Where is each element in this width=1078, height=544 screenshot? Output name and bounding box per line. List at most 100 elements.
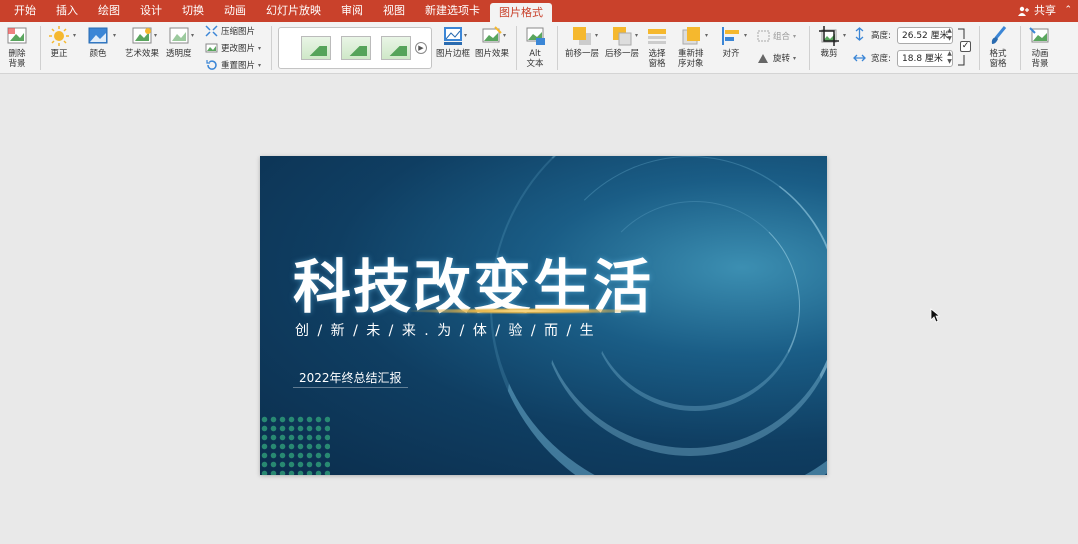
crop-button[interactable]: 裁剪 [818,25,840,59]
remove-background-icon [7,27,27,44]
align-icon [722,27,739,45]
height-icon [855,27,864,41]
separator [557,26,558,70]
reset-picture-button[interactable]: 重置图片 ▾ [205,59,261,71]
artistic-effects-icon [132,27,152,44]
width-label: 宽度: [871,54,891,64]
group-icon [757,30,770,42]
color-picture-icon [88,27,108,44]
tab-home[interactable]: 开始 [4,0,46,22]
selection-pane-button[interactable]: 选择 窗格 [646,25,668,69]
picture-style-thumb[interactable] [381,36,411,60]
animation-background-label: 动画 背景 [1031,49,1049,69]
picture-border-label: 图片边框 [436,49,471,59]
reset-picture-label: 重置图片 [221,61,256,71]
crop-icon [819,26,839,46]
width-icon [853,54,866,62]
selection-pane-icon [648,29,666,44]
send-backward-button[interactable]: 后移一层 [605,25,639,59]
add-person-icon [1018,6,1029,16]
picture-style-thumb[interactable] [341,36,371,60]
picture-effects-icon [482,26,502,43]
artistic-effects-button[interactable]: 艺术效果 [125,25,159,59]
ribbon: 删除 背景 更正 ▾ 颜色 ▾ 艺术效果 ▾ 透明度 ▾ 压缩图片 更改图片 ▾… [0,22,1078,74]
transparency-label: 透明度 [166,49,192,59]
chevron-down-icon[interactable]: ▾ [113,32,116,39]
width-stepper[interactable]: ▲ ▼ [945,50,954,67]
tab-design[interactable]: 设计 [130,0,172,22]
chevron-down-icon[interactable]: ▾ [705,32,708,39]
selection-pane-label: 选择 窗格 [648,49,666,69]
tab-transitions[interactable]: 切换 [172,0,214,22]
report-label[interactable]: 2022年终总结汇报 [293,368,408,388]
chevron-down-icon[interactable]: ▾ [73,32,76,39]
chevron-down-icon[interactable]: ▾ [744,32,747,39]
change-picture-button[interactable]: 更改图片 ▾ [205,42,261,54]
rotate-button[interactable]: 旋转 ▾ [757,52,796,64]
menu-bar: 开始 插入 绘图 设计 切换 动画 幻灯片放映 审阅 视图 新建选项卡 图片格式… [0,0,1078,22]
picture-styles-gallery[interactable]: ▶ [278,27,432,69]
separator [1020,26,1021,70]
chevron-down-icon[interactable]: ▾ [464,32,467,39]
slide-canvas[interactable]: 科技改变生活 创 / 新 / 未 / 来 . 为 / 体 / 验 / 而 / 生… [260,156,827,475]
chevron-down-icon[interactable]: ▾ [503,32,506,39]
tab-slideshow[interactable]: 幻灯片放映 [256,0,331,22]
rotate-icon [758,54,768,63]
animation-background-button[interactable]: 动画 背景 [1029,25,1051,69]
alt-text-icon [526,27,545,45]
chevron-down-icon[interactable]: ▾ [258,45,261,52]
slide-subtitle[interactable]: 创 / 新 / 未 / 来 . 为 / 体 / 验 / 而 / 生 [295,320,596,340]
paintbrush-icon [991,26,1007,44]
chevron-down-icon[interactable]: ▾ [635,32,638,39]
animation-background-icon [1029,27,1049,43]
share-button[interactable]: 共享 [1018,0,1056,22]
compress-pictures-button[interactable]: 压缩图片 [205,25,255,37]
compress-icon [205,25,218,37]
align-label: 对齐 [722,49,740,59]
group-button[interactable]: 组合 ▾ [757,30,796,42]
alt-text-button[interactable]: Alt 文本 [524,25,546,69]
tab-draw[interactable]: 绘图 [88,0,130,22]
chevron-down-icon[interactable]: ▾ [793,33,796,40]
sun-icon [49,26,69,46]
picture-effects-button[interactable]: 图片效果 [475,25,509,59]
remove-background-button[interactable]: 删除 背景 [6,25,28,69]
bring-forward-button[interactable]: 前移一层 [565,25,599,59]
format-pane-button[interactable]: 格式 窗格 [987,25,1009,69]
tab-insert[interactable]: 插入 [46,0,88,22]
send-backward-label: 后移一层 [605,49,640,59]
align-button[interactable]: 对齐 [720,25,742,59]
format-pane-label: 格式 窗格 [989,49,1007,69]
bring-forward-icon [573,27,591,45]
tab-review[interactable]: 审阅 [331,0,373,22]
artistic-effects-label: 艺术效果 [125,49,160,59]
chevron-down-icon[interactable]: ▾ [154,32,157,39]
light-streak [410,308,640,314]
separator [516,26,517,70]
lock-aspect-checkbox[interactable]: ✓ [960,41,971,52]
corrections-button[interactable]: 更正 [48,25,70,59]
reorder-objects-button[interactable]: 重新排 序对象 [678,25,704,69]
chevron-down-icon[interactable]: ▾ [258,62,261,69]
tab-view[interactable]: 视图 [373,0,415,22]
tab-picture-format[interactable]: 图片格式 [490,3,552,22]
tab-new[interactable]: 新建选项卡 [415,0,490,22]
transparency-button[interactable]: 透明度 [166,25,192,59]
chevron-down-icon[interactable]: ▾ [843,32,846,39]
gallery-more-icon[interactable]: ▶ [415,42,427,54]
reorder-objects-label: 重新排 序对象 [678,49,704,69]
collapse-ribbon-icon[interactable]: ⌃ [1064,5,1072,15]
send-backward-icon [613,27,632,46]
color-button[interactable]: 颜色 [87,25,109,59]
picture-border-button[interactable]: 图片边框 [436,25,470,59]
mouse-cursor-icon [930,308,940,323]
tab-animations[interactable]: 动画 [214,0,256,22]
compress-label: 压缩图片 [221,27,256,37]
height-stepper[interactable]: ▲ ▼ [945,27,954,44]
chevron-down-icon[interactable]: ▾ [793,55,796,62]
share-label: 共享 [1034,4,1056,17]
picture-effects-label: 图片效果 [475,49,510,59]
chevron-down-icon[interactable]: ▾ [191,32,194,39]
picture-style-thumb[interactable] [301,36,331,60]
chevron-down-icon[interactable]: ▾ [595,32,598,39]
